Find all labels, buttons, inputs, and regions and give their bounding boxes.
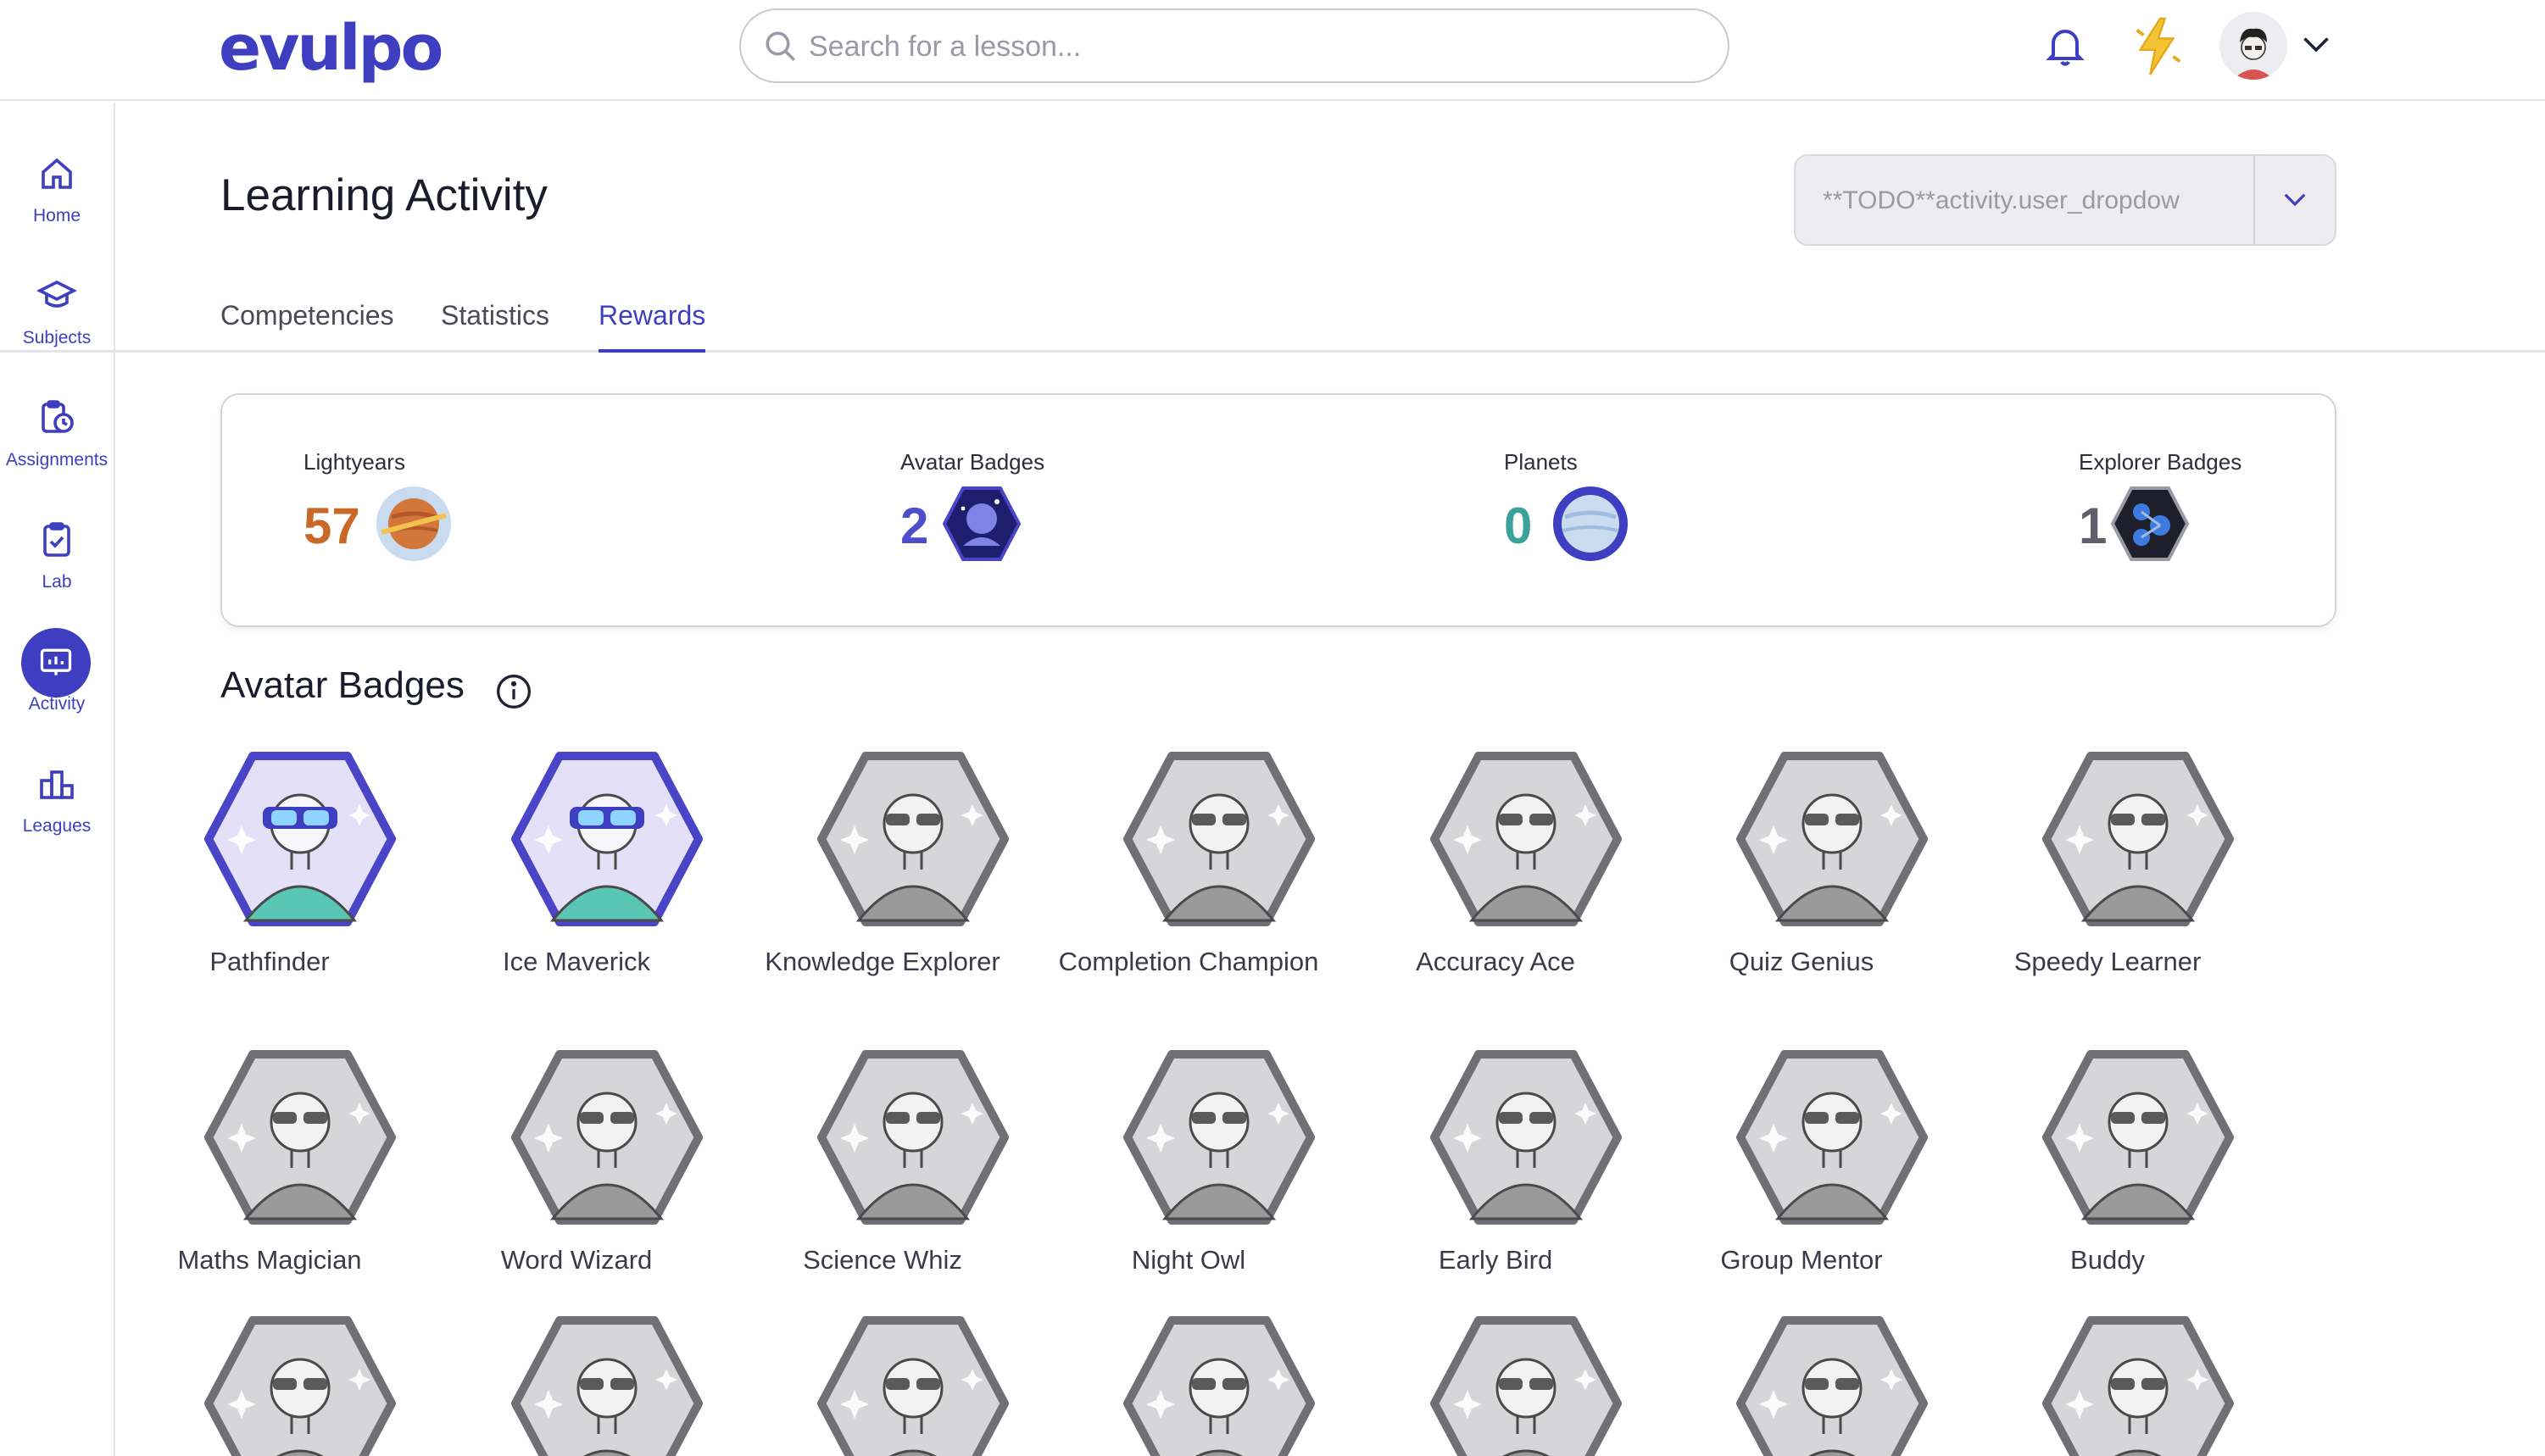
- summary-planets: Planets 0: [1504, 449, 1628, 561]
- badge-name: Group Mentor: [1720, 1245, 1883, 1275]
- clipboard-check-icon: [43, 522, 70, 557]
- badge-hexagon-icon: [817, 1050, 1009, 1225]
- bell-icon[interactable]: [2045, 24, 2086, 69]
- planet-blue-icon: [1553, 486, 1628, 561]
- summary-value: 57: [304, 497, 360, 554]
- top-bar: evulpo: [0, 0, 2545, 101]
- clipboard-clock-icon: [42, 400, 74, 433]
- badge-hexagon-icon: [2042, 1316, 2234, 1456]
- home-icon: [42, 158, 72, 189]
- active-indicator: [21, 628, 91, 697]
- chart-board-icon: [40, 648, 72, 675]
- badge-hexagon-icon: [204, 752, 396, 926]
- sidebar-item-leagues[interactable]: Leagues: [0, 764, 114, 874]
- badge-hexagon-icon: [204, 1050, 396, 1225]
- summary-label: Lightyears: [304, 449, 405, 475]
- podium-icon: [40, 770, 74, 799]
- badge-name: Quiz Genius: [1729, 947, 1874, 976]
- badge-name: Ice Maverick: [503, 947, 650, 976]
- summary-label: Explorer Badges: [2079, 449, 2242, 475]
- user-dropdown[interactable]: **TODO**activity.user_dropdow: [1794, 154, 2336, 246]
- badge-name: Pathfinder: [209, 947, 330, 976]
- badge-hexagon-icon: [1736, 1050, 1928, 1225]
- badge-hexagon-icon: [511, 1316, 703, 1456]
- badge-name: Completion Champion: [1058, 947, 1319, 976]
- info-icon[interactable]: [495, 673, 532, 710]
- page-title: Learning Activity: [220, 170, 548, 220]
- summary-value: 0: [1504, 497, 1533, 554]
- tab-statistics[interactable]: Statistics: [441, 300, 549, 353]
- badge-hexagon-icon: [1736, 752, 1928, 926]
- search-input[interactable]: [809, 22, 1699, 71]
- summary-avatar-badges: Avatar Badges 2: [900, 449, 1045, 561]
- badge-name: Speedy Learner: [2013, 947, 2202, 976]
- summary-value: 2: [900, 497, 929, 554]
- badge-name: Buddy: [2070, 1245, 2145, 1275]
- badge-name: Word Wizard: [500, 1245, 653, 1275]
- badge-hexagon-icon: [1123, 1316, 1315, 1456]
- summary-label: Planets: [1504, 449, 1578, 475]
- summary-value: 1: [2079, 497, 2108, 554]
- sidebar-item-activity[interactable]: Activity: [0, 628, 114, 752]
- summary-label: Avatar Badges: [900, 449, 1045, 475]
- chevron-down-icon[interactable]: [2301, 32, 2331, 58]
- badge-hexagon-icon: [2042, 1050, 2234, 1225]
- badge-hexagon-icon: [511, 1050, 703, 1225]
- tab-competencies[interactable]: Competencies: [220, 300, 394, 353]
- badge-hexagon-icon: [1123, 752, 1315, 926]
- badge-hexagon-icon: [511, 752, 703, 926]
- rewards-summary-card: Lightyears 57 Avatar Badges 2 Planets 0: [220, 393, 2336, 627]
- user-avatar[interactable]: [2219, 12, 2287, 80]
- dropdown-divider: [2253, 156, 2255, 244]
- tab-rewards[interactable]: Rewards: [599, 300, 706, 353]
- badge-hexagon-icon: [1430, 1050, 1622, 1225]
- sidebar-item-home[interactable]: Home: [0, 153, 114, 264]
- search-icon: [766, 31, 795, 61]
- tab-bar: Competencies Statistics Rewards: [0, 297, 2545, 353]
- badge-hexagon-icon: [1736, 1316, 1928, 1456]
- badge-name: Knowledge Explorer: [765, 947, 1000, 976]
- sidebar-item-lab[interactable]: Lab: [0, 520, 114, 630]
- badge-hexagon-icon: [1430, 1316, 1622, 1456]
- summary-lightyears: Lightyears 57: [304, 449, 451, 561]
- sidebar-item-label: Home: [32, 206, 81, 225]
- planet-orange-icon: [376, 486, 451, 561]
- sidebar-item-assignments[interactable]: Assignments: [0, 397, 114, 508]
- search-bar[interactable]: [739, 8, 1729, 83]
- sidebar-item-label: Leagues: [22, 816, 92, 836]
- badge-hexagon-icon: [817, 1316, 1009, 1456]
- badge-hexagon-icon: [204, 1316, 396, 1456]
- avatar-illustration: [2219, 12, 2287, 80]
- chevron-down-icon[interactable]: [2282, 190, 2308, 210]
- badge-hexagon-icon: [2042, 752, 2234, 926]
- lightning-bolt-icon[interactable]: [2131, 17, 2182, 76]
- explorer-badge-hex-icon: [2111, 486, 2189, 561]
- badge-name: Science Whiz: [803, 1245, 962, 1275]
- badge-name: Maths Magician: [177, 1245, 362, 1275]
- badge-hexagon-icon: [1123, 1050, 1315, 1225]
- badge-name: Night Owl: [1131, 1245, 1246, 1275]
- sidebar-item-label: Lab: [42, 572, 72, 592]
- evulpo-logo[interactable]: evulpo: [219, 12, 443, 85]
- sidebar-item-label: Assignments: [5, 450, 109, 470]
- avatar-badge-hex-icon: [943, 486, 1021, 561]
- section-title: Avatar Badges: [220, 664, 465, 706]
- sidebar-item-label: Activity: [28, 694, 86, 714]
- user-dropdown-value: **TODO**activity.user_dropdow: [1823, 186, 2180, 214]
- badge-name: Early Bird: [1438, 1245, 1553, 1275]
- badge-hexagon-icon: [817, 752, 1009, 926]
- badge-name: Accuracy Ace: [1416, 947, 1575, 976]
- summary-explorer-badges: Explorer Badges 1: [2079, 449, 2242, 561]
- badge-hexagon-icon: [1430, 752, 1622, 926]
